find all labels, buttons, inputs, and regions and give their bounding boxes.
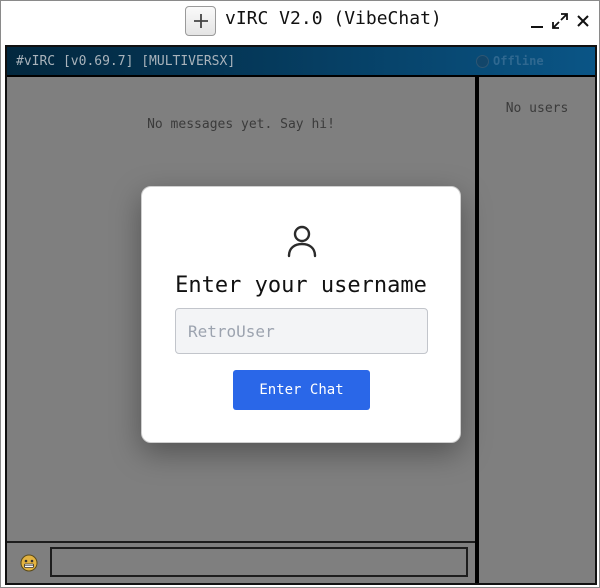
emoji-icon (20, 554, 38, 572)
window-title: vIRC V2.0 (VibeChat) (225, 8, 442, 29)
connection-status: Offline (476, 54, 544, 68)
title-bar: vIRC V2.0 (VibeChat) (1, 1, 599, 41)
minimize-button[interactable] (527, 11, 547, 31)
message-input-bar (7, 541, 475, 583)
modal-title: Enter your username (175, 273, 427, 298)
enter-chat-button[interactable]: Enter Chat (233, 370, 370, 410)
channel-title: #vIRC [v0.69.7] [MULTIVERSX] (16, 54, 236, 69)
close-button[interactable] (573, 11, 593, 31)
empty-users-text: No users (505, 101, 569, 116)
user-icon (287, 225, 317, 258)
close-icon (577, 15, 589, 27)
channel-header: #vIRC [v0.69.7] [MULTIVERSX] Offline (7, 47, 595, 77)
username-input[interactable] (175, 308, 428, 354)
new-window-button[interactable] (185, 6, 216, 36)
user-list[interactable]: No users (479, 77, 595, 583)
emoji-button[interactable] (20, 554, 38, 572)
status-indicator-icon (476, 54, 489, 68)
empty-messages-text: No messages yet. Say hi! (147, 117, 335, 132)
maximize-icon (552, 13, 568, 29)
minimize-icon (531, 26, 543, 28)
username-modal: Enter your username Enter Chat (141, 186, 461, 443)
status-label: Offline (493, 54, 544, 68)
message-input[interactable] (50, 547, 468, 577)
maximize-button[interactable] (550, 11, 570, 31)
plus-icon (193, 14, 208, 28)
app-window: vIRC V2.0 (VibeChat) #vIRC [v0.69.7] [MU… (0, 0, 600, 588)
